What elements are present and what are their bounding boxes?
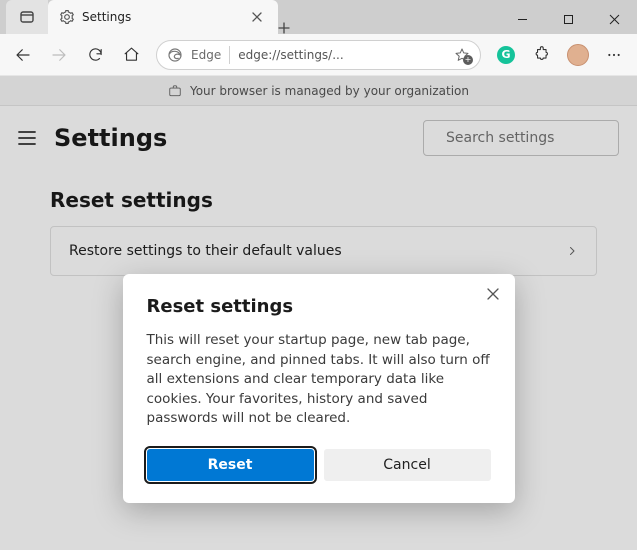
page-title: Settings [54,124,409,152]
window-titlebar: Settings [0,0,637,34]
gear-icon [60,10,74,24]
page-area: Your browser is managed by your organiza… [0,76,637,550]
tab-actions-button[interactable] [6,0,48,34]
dialog-title: Reset settings [147,296,491,317]
refresh-icon [87,46,104,63]
new-tab-button[interactable] [278,22,308,34]
tab-title: Settings [82,10,244,24]
plus-icon [278,22,290,34]
plus-badge-icon: + [463,55,473,65]
window-close-button[interactable] [591,4,637,34]
settings-header: Settings [0,106,637,168]
arrow-right-icon [50,46,68,64]
menu-button[interactable] [597,38,631,72]
restore-defaults-card[interactable]: Restore settings to their default values [50,226,597,276]
chevron-right-icon [566,245,578,257]
minimize-button[interactable] [499,4,545,34]
profile-button[interactable] [561,38,595,72]
settings-search-input[interactable] [444,129,622,147]
dialog-close-button[interactable] [483,284,503,304]
home-icon [123,46,140,63]
avatar-icon [567,44,589,66]
reset-button[interactable]: Reset [147,449,314,481]
back-button[interactable] [6,38,40,72]
reset-settings-dialog: Reset settings This will reset your star… [123,274,515,503]
dialog-buttons: Reset Cancel [147,449,491,481]
briefcase-icon [168,84,182,98]
section-title: Reset settings [50,188,597,212]
home-button[interactable] [114,38,148,72]
arrow-left-icon [14,46,32,64]
minimize-icon [517,14,528,25]
dialog-body: This will reset your startup page, new t… [147,331,491,429]
edge-logo-icon [167,47,183,63]
refresh-button[interactable] [78,38,112,72]
maximize-button[interactable] [545,4,591,34]
browser-toolbar: Edge edge://settings/... + G [0,34,637,76]
restore-defaults-label: Restore settings to their default values [69,243,342,259]
address-bar[interactable]: Edge edge://settings/... + [156,40,481,70]
puzzle-icon [534,46,551,63]
managed-banner: Your browser is managed by your organiza… [0,76,637,106]
managed-banner-text: Your browser is managed by your organiza… [190,84,469,98]
extension-grammarly[interactable]: G [489,38,523,72]
settings-menu-button[interactable] [14,127,40,149]
tab-settings[interactable]: Settings [48,0,278,34]
address-url: edge://settings/... [238,48,446,62]
grammarly-icon: G [497,46,515,64]
forward-button[interactable] [42,38,76,72]
close-icon [609,14,620,25]
extensions-button[interactable] [525,38,559,72]
window-controls [499,4,637,34]
maximize-icon [563,14,574,25]
favorite-button[interactable]: + [454,47,470,63]
tabs-icon [19,9,35,25]
hamburger-icon [18,131,36,145]
close-icon [252,12,262,22]
settings-search[interactable] [423,120,619,156]
close-icon [487,288,499,300]
more-icon [606,47,622,63]
address-label: Edge [191,48,221,62]
cancel-button[interactable]: Cancel [324,449,491,481]
reset-section: Reset settings Restore settings to their… [0,168,637,276]
address-divider [229,46,230,64]
tab-close-button[interactable] [252,12,268,22]
